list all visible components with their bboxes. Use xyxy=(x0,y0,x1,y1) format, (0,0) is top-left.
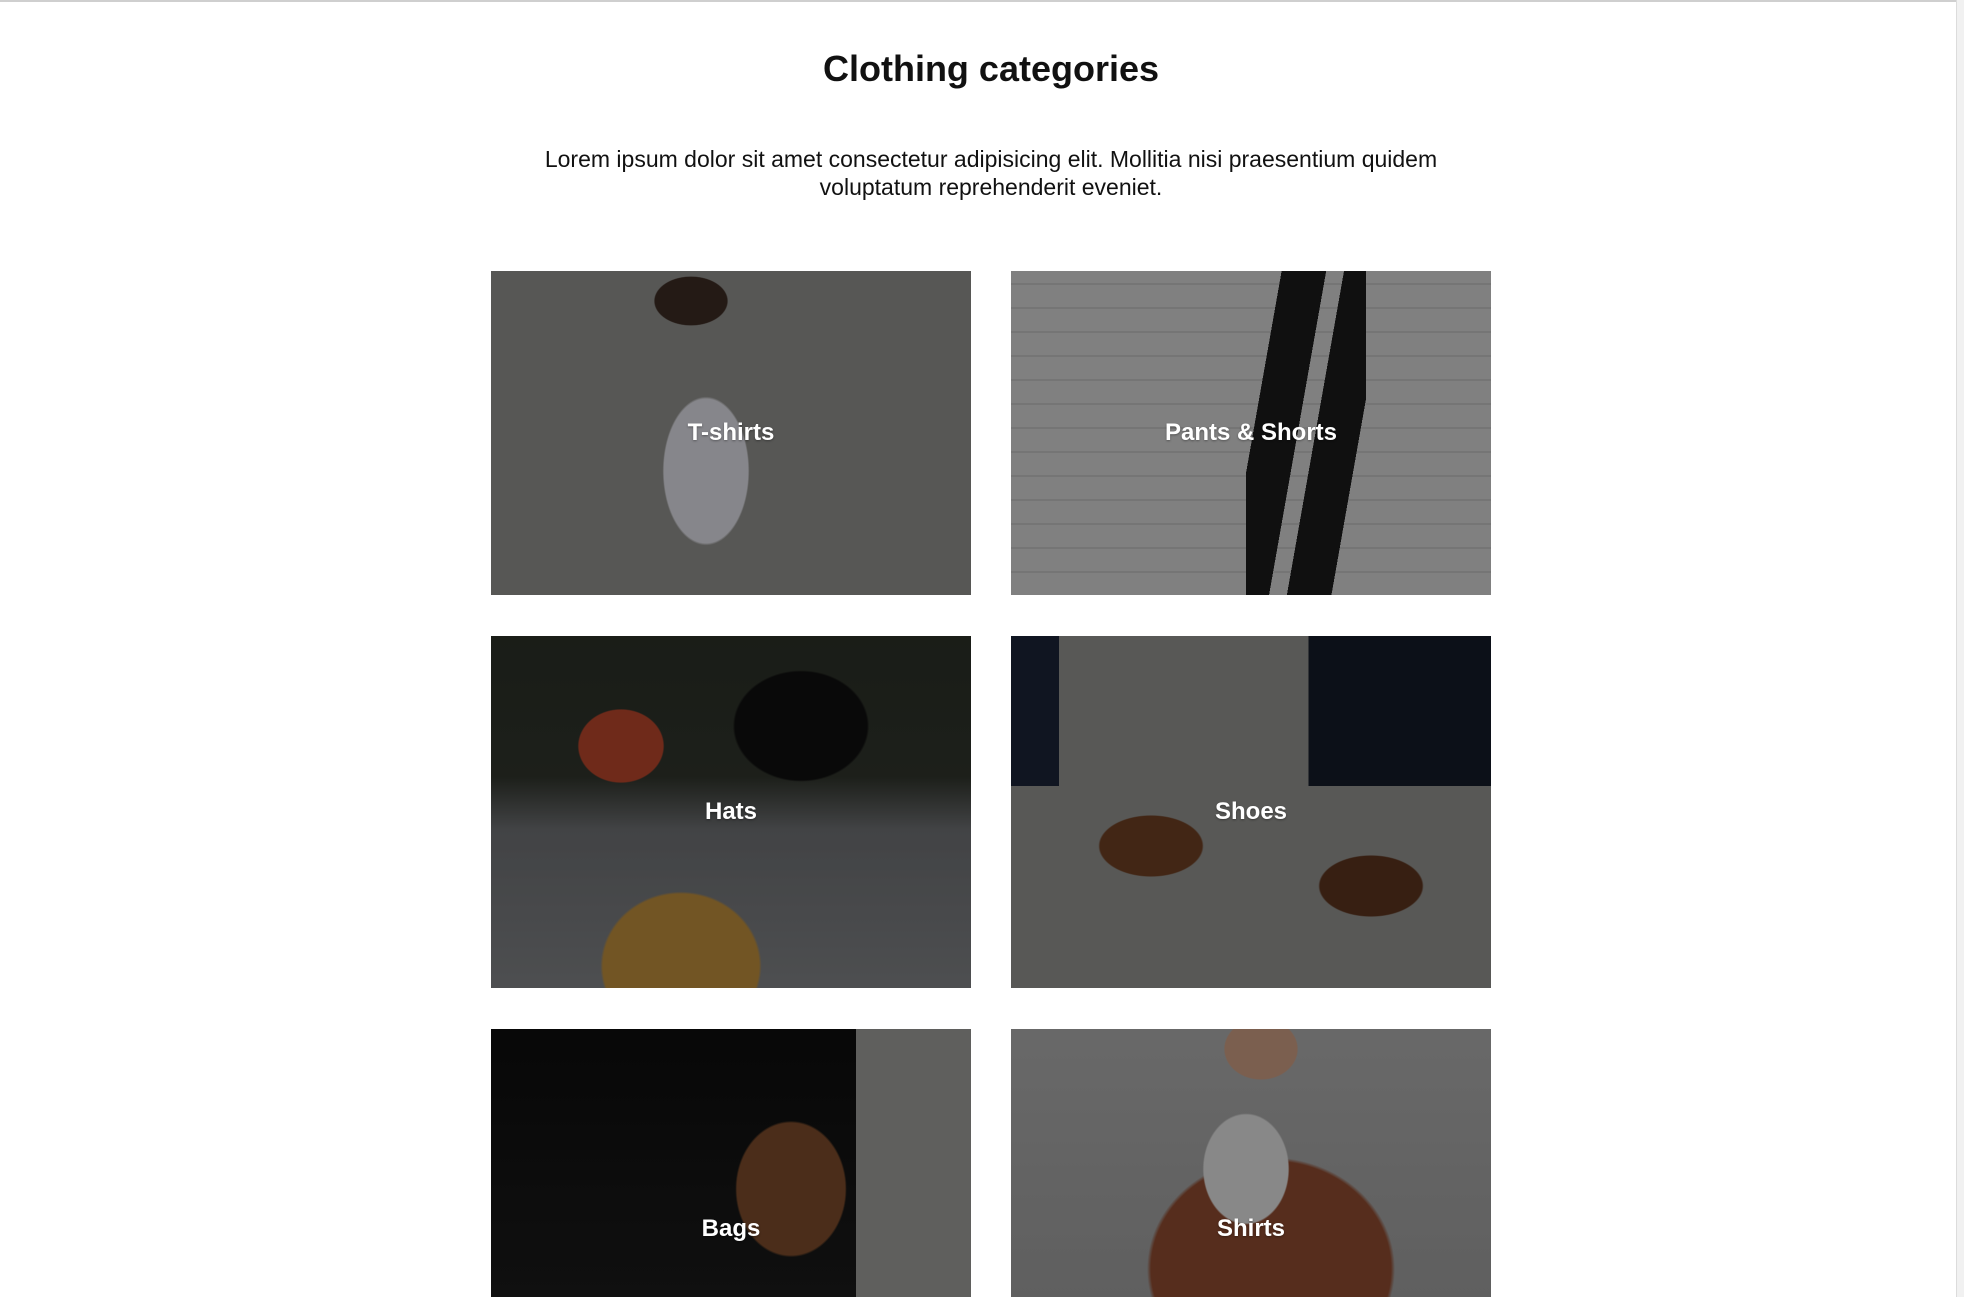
category-card-tshirts[interactable]: T-shirts xyxy=(491,271,971,595)
category-label: Shoes xyxy=(1214,798,1288,825)
category-card-shoes[interactable]: Shoes xyxy=(1011,636,1491,988)
top-divider xyxy=(0,0,1964,2)
category-card-hats[interactable]: Hats xyxy=(491,636,971,988)
page-title: Clothing categories xyxy=(822,48,1160,89)
image-overlay xyxy=(1011,1029,1491,1297)
category-label: Pants & Shorts xyxy=(1164,419,1338,446)
image-overlay xyxy=(491,1029,971,1297)
category-label: Bags xyxy=(701,1215,761,1242)
intro-text: Lorem ipsum dolor sit amet consectetur a… xyxy=(544,146,1438,200)
category-card-shirts[interactable]: Shirts xyxy=(1011,1029,1491,1297)
category-card-bags[interactable]: Bags xyxy=(491,1029,971,1297)
page: Clothing categories Lorem ipsum dolor si… xyxy=(0,0,1964,1297)
scrollbar[interactable] xyxy=(1956,0,1964,1297)
category-card-pants-shorts[interactable]: Pants & Shorts xyxy=(1011,271,1491,595)
category-label: Shirts xyxy=(1216,1215,1285,1242)
category-label: T-shirts xyxy=(687,419,775,446)
category-label: Hats xyxy=(704,798,758,825)
